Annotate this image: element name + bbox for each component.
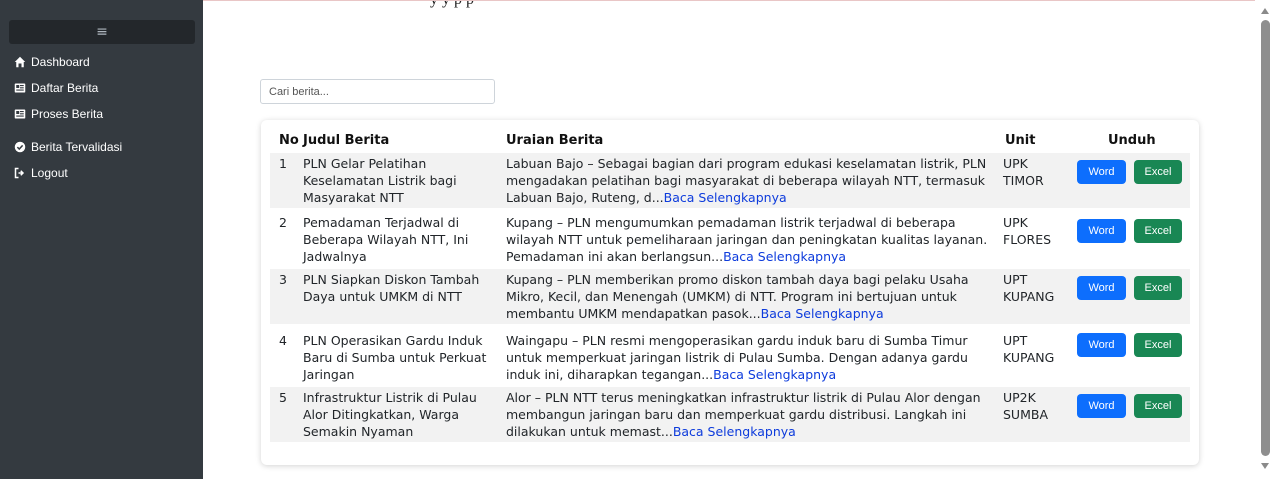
sidebar-item-proses-berita[interactable]: Proses Berita <box>13 104 103 124</box>
row-number: 3 <box>279 272 287 287</box>
hamburger-menu-button[interactable]: ≡ <box>9 20 195 44</box>
table-row: 1 PLN Gelar Pelatihan Keselamatan Listri… <box>270 153 1190 208</box>
excel-download-button[interactable]: Excel <box>1134 276 1182 300</box>
row-number: 1 <box>279 156 287 171</box>
word-download-button[interactable]: Word <box>1077 276 1126 300</box>
excel-download-button[interactable]: Excel <box>1134 160 1182 184</box>
row-number: 5 <box>279 390 287 405</box>
news-title: Infrastruktur Listrik di Pulau Alor Diti… <box>303 390 477 439</box>
unit-label: UP2K SUMBA <box>1003 390 1048 422</box>
sidebar-item-label: Daftar Berita <box>31 81 99 95</box>
top-text-fragment: y y p p <box>430 0 474 9</box>
sidebar-item-daftar-berita[interactable]: Daftar Berita <box>13 78 98 98</box>
top-divider <box>203 0 1255 1</box>
table-row: 4 PLN Operasikan Gardu Induk Baru di Sum… <box>270 328 1190 383</box>
table-row: 5 Infrastruktur Listrik di Pulau Alor Di… <box>270 387 1190 442</box>
vertical-scrollbar[interactable] <box>1255 0 1275 479</box>
column-header-unit: Unit <box>1005 133 1036 148</box>
column-header-title: Judul Berita <box>303 133 390 148</box>
sidebar-item-berita-tervalidasi[interactable]: Berita Tervalidasi <box>13 137 122 157</box>
news-description: Waingapu – PLN resmi mengoperasikan gard… <box>506 332 994 383</box>
read-more-link[interactable]: Baca Selengkapnya <box>723 249 846 264</box>
news-title: Pemadaman Terjadwal di Beberapa Wilayah … <box>303 215 469 264</box>
newspaper-icon <box>13 81 27 95</box>
unit-label: UPT KUPANG <box>1003 333 1055 365</box>
unit-label: UPK FLORES <box>1003 215 1052 247</box>
news-title: PLN Gelar Pelatihan Keselamatan Listrik … <box>303 156 457 205</box>
read-more-link[interactable]: Baca Selengkapnya <box>673 424 796 439</box>
unit-label: UPT KUPANG <box>1003 272 1055 304</box>
search-input[interactable] <box>260 79 495 104</box>
word-download-button[interactable]: Word <box>1077 333 1126 357</box>
sidebar-item-label: Logout <box>31 166 68 180</box>
sidebar-item-label: Berita Tervalidasi <box>31 140 123 154</box>
news-description: Labuan Bajo – Sebagai bagian dari progra… <box>506 155 994 206</box>
column-header-no: No <box>279 133 299 148</box>
sidebar-item-logout[interactable]: Logout <box>13 163 68 183</box>
logout-icon <box>13 166 27 180</box>
check-circle-icon <box>13 140 27 154</box>
news-description: Kupang – PLN memberikan promo diskon tam… <box>506 271 994 322</box>
sidebar-item-dashboard[interactable]: Dashboard <box>13 52 90 72</box>
news-title: PLN Operasikan Gardu Induk Baru di Sumba… <box>303 333 487 382</box>
table-row: 3 PLN Siapkan Diskon Tambah Daya untuk U… <box>270 269 1190 324</box>
word-download-button[interactable]: Word <box>1077 160 1126 184</box>
column-header-download: Unduh <box>1108 133 1156 148</box>
read-more-link[interactable]: Baca Selengkapnya <box>664 190 787 205</box>
scroll-up-arrow-icon[interactable] <box>1261 8 1269 14</box>
word-download-button[interactable]: Word <box>1077 394 1126 418</box>
scrollbar-thumb[interactable] <box>1261 20 1270 456</box>
excel-download-button[interactable]: Excel <box>1134 394 1182 418</box>
sidebar-item-label: Dashboard <box>31 55 90 69</box>
row-number: 2 <box>279 215 287 230</box>
scroll-down-arrow-icon[interactable] <box>1261 463 1269 469</box>
home-icon <box>13 55 27 69</box>
read-more-link[interactable]: Baca Selengkapnya <box>713 367 836 382</box>
table-row: 2 Pemadaman Terjadwal di Beberapa Wilaya… <box>270 210 1190 265</box>
row-number: 4 <box>279 333 287 348</box>
column-header-description: Uraian Berita <box>506 133 604 148</box>
unit-label: UPK TIMOR <box>1003 156 1044 188</box>
sidebar-item-label: Proses Berita <box>31 107 104 121</box>
news-title: PLN Siapkan Diskon Tambah Daya untuk UMK… <box>303 272 480 304</box>
newspaper-icon <box>13 107 27 121</box>
news-description: Alor – PLN NTT terus meningkatkan infras… <box>506 389 994 440</box>
excel-download-button[interactable]: Excel <box>1134 219 1182 243</box>
sidebar: ≡ Dashboard Daftar Berita Proses Berita … <box>0 0 203 479</box>
word-download-button[interactable]: Word <box>1077 219 1126 243</box>
excel-download-button[interactable]: Excel <box>1134 333 1182 357</box>
read-more-link[interactable]: Baca Selengkapnya <box>761 306 884 321</box>
news-description: Kupang – PLN mengumumkan pemadaman listr… <box>506 214 994 265</box>
news-description-text: Kupang – PLN memberikan promo diskon tam… <box>506 272 969 321</box>
